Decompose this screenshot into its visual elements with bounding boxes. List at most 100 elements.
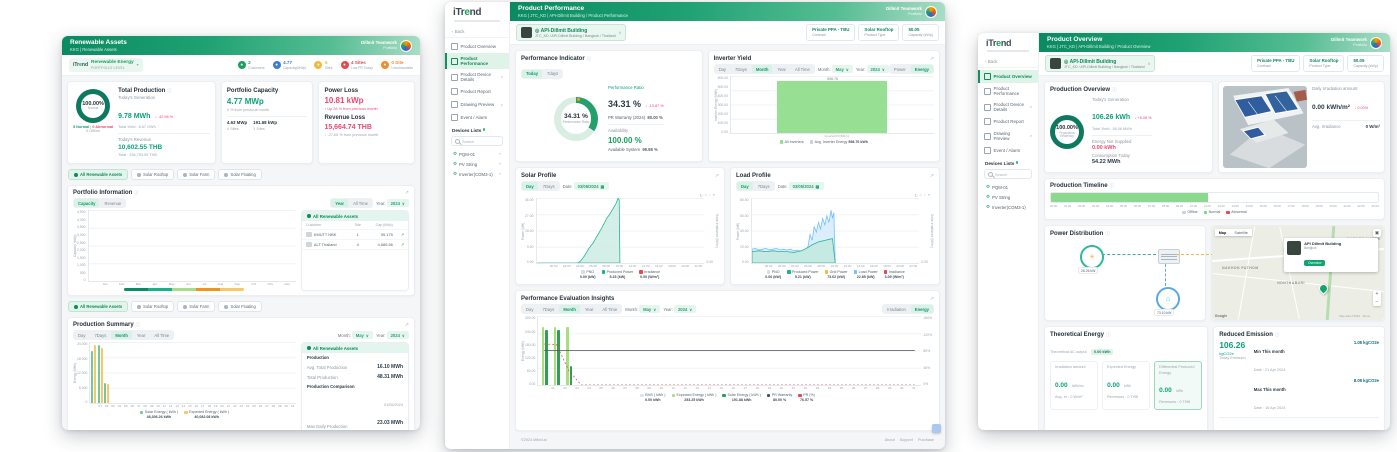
- expand-icon[interactable]: ↗: [930, 173, 934, 179]
- open-link-icon[interactable]: ↗: [393, 242, 404, 247]
- map-button[interactable]: Map: [1215, 229, 1231, 236]
- info-icon[interactable]: ⓘ: [167, 88, 172, 95]
- tab-7days[interactable]: 7Days: [754, 182, 774, 190]
- year-select[interactable]: 2024∨: [674, 305, 696, 313]
- filter-solar-rooftop[interactable]: Solar Rooftop: [131, 301, 174, 312]
- tab-7days[interactable]: 7Days: [538, 305, 558, 313]
- device-item[interactable]: ⚙PV String▾: [445, 159, 509, 169]
- sidebar-item-product-report[interactable]: Product Report: [445, 85, 509, 98]
- map-popup[interactable]: API Dillmit Building Bangkok Overview: [1284, 238, 1378, 271]
- back-link[interactable]: ‹ Back: [445, 26, 509, 38]
- sidebar-item-product-overview[interactable]: Product Overview: [978, 70, 1038, 83]
- sidebar-item-event-alarm[interactable]: Event / Alarm: [445, 111, 509, 124]
- toggle-power[interactable]: Power: [890, 65, 910, 73]
- sidebar-item-product-device-details[interactable]: Product Device Details∨: [978, 99, 1038, 115]
- legend-item[interactable]: Grid Power73.62 (kW): [825, 270, 848, 279]
- sidebar-item-product-performance[interactable]: Product Performance: [978, 83, 1038, 99]
- tab-7days[interactable]: 7Days: [90, 331, 110, 339]
- user-menu[interactable]: Dillmit TeamworkPortfolio: [361, 40, 412, 52]
- user-menu[interactable]: Dillmit TeamworkPortfolio: [1331, 37, 1382, 49]
- legend-item[interactable]: Irradiance0.00 (W/m²): [639, 270, 660, 279]
- toggle-irradiation[interactable]: Irradiation: [883, 305, 910, 313]
- info-icon[interactable]: ⓘ: [587, 56, 592, 62]
- itrend-logo[interactable]: iTrend: [445, 2, 509, 19]
- back-link[interactable]: ‹ Back: [978, 56, 1038, 68]
- fullscreen-icon[interactable]: ▣: [1373, 229, 1381, 237]
- info-icon[interactable]: ⓘ: [134, 190, 139, 196]
- date-picker[interactable]: 03/05/2024▦: [574, 182, 609, 190]
- filter-solar-farm[interactable]: Solar Farm: [177, 169, 215, 180]
- avatar[interactable]: [925, 6, 937, 18]
- device-search-input[interactable]: Search: [451, 136, 503, 146]
- user-menu[interactable]: Dillmit TeamworkPortfolio: [886, 6, 937, 18]
- footer-link-support[interactable]: Support: [900, 438, 913, 442]
- legend-item[interactable]: Produced Power5.21 (kW): [787, 270, 819, 279]
- filter-solar-floating[interactable]: Solar Floating: [218, 169, 261, 180]
- legend-item[interactable]: PNO0.00 (kW): [580, 270, 596, 279]
- info-icon[interactable]: ⓘ: [1110, 183, 1115, 189]
- expand-icon[interactable]: ↗: [715, 173, 719, 179]
- year-select[interactable]: 2024∨: [387, 199, 409, 207]
- toggle-energy[interactable]: Energy: [911, 65, 933, 73]
- avatar[interactable]: [1370, 37, 1382, 49]
- device-item[interactable]: ⚙Inverter(COM3-1)▾: [445, 169, 509, 179]
- sidebar-item-product-report[interactable]: Product Report: [978, 115, 1038, 128]
- year-select[interactable]: 2024∨: [867, 65, 889, 73]
- sidebar-item-drawing-preview[interactable]: Drawing Preview∨: [978, 128, 1038, 144]
- itrend-logo[interactable]: iTrend: [978, 33, 1038, 49]
- chat-widget-button[interactable]: [932, 424, 941, 433]
- tab-year[interactable]: Year: [331, 199, 348, 207]
- expand-icon[interactable]: ↗: [405, 190, 409, 196]
- tab-7days[interactable]: 7days: [543, 70, 562, 78]
- tab-alltime[interactable]: All Time: [349, 199, 372, 207]
- tab-7days[interactable]: 7Days: [539, 182, 559, 190]
- legend-item[interactable]: All Inverters: [780, 140, 804, 145]
- month-select[interactable]: May∨: [832, 65, 853, 73]
- legend-item[interactable]: PNO0.00 (kW): [765, 270, 781, 279]
- tab-today[interactable]: Today: [522, 70, 542, 78]
- tab-year[interactable]: Year: [133, 331, 149, 339]
- table-row[interactable]: KMUTT NBK 1 95.175 ↗: [302, 230, 408, 240]
- popup-overview-button[interactable]: Overview: [1304, 260, 1325, 266]
- tab-day[interactable]: Day: [737, 182, 753, 190]
- building-selector[interactable]: ◎ API-Dillmit Building JTC_KD / API-Dill…: [516, 24, 626, 41]
- building-selector[interactable]: ◎ API-Dillmit Building JTC_KD / API-Dill…: [1045, 55, 1155, 72]
- legend-item[interactable]: EMS ( kWh )0.00 kWh: [640, 393, 665, 402]
- tab-month[interactable]: Month: [752, 65, 773, 73]
- device-item[interactable]: ⚙PQM-01: [978, 182, 1038, 192]
- zoom-in-button[interactable]: +: [1373, 291, 1381, 299]
- info-icon[interactable]: ⓘ: [1106, 332, 1111, 338]
- tab-day[interactable]: Day: [522, 182, 538, 190]
- tab-alltime[interactable]: All Time: [598, 305, 621, 313]
- legend-item[interactable]: Avg. Inverter Energy 598.76 kWh: [810, 140, 868, 145]
- table-row[interactable]: ALT Thailand 4 4,685.56 ↗: [302, 240, 408, 250]
- legend-item[interactable]: Expected Energy ( kWh )253.25 kWh: [672, 393, 717, 402]
- footer-link-purchase[interactable]: Purchase: [918, 438, 934, 442]
- tab-year[interactable]: Year: [581, 305, 597, 313]
- load-node[interactable]: ⌂: [1156, 287, 1180, 311]
- avatar[interactable]: [400, 40, 412, 52]
- device-search-input[interactable]: Search: [984, 169, 1032, 179]
- month-select[interactable]: May∨: [352, 331, 373, 339]
- tab-revenue[interactable]: Revenue: [100, 199, 125, 207]
- filter-all-renewable-assets[interactable]: All Renewable Assets: [68, 301, 128, 312]
- tab-capacity[interactable]: Capacity: [74, 199, 99, 207]
- legend-item[interactable]: Irradiance3.09 (W/m²): [884, 270, 905, 279]
- tab-day[interactable]: Day: [715, 65, 730, 73]
- filter-all-renewable-assets[interactable]: All Renewable Assets: [68, 169, 128, 180]
- footer-link-about[interactable]: About: [885, 438, 895, 442]
- legend-item[interactable]: Solar Energy ( kWh )48,306.26 kWh: [140, 410, 178, 419]
- toggle-energy[interactable]: Energy: [911, 305, 933, 313]
- tab-month[interactable]: Month: [559, 305, 580, 313]
- tab-alltime[interactable]: All Time: [791, 65, 814, 73]
- sidebar-item-product-device-details[interactable]: Product Device Details∨: [445, 69, 509, 85]
- tab-alltime[interactable]: All Time: [150, 331, 173, 339]
- expand-icon[interactable]: ↗: [930, 296, 934, 302]
- month-select[interactable]: May∨: [639, 305, 660, 313]
- satellite-button[interactable]: Satellite: [1230, 229, 1252, 236]
- tab-month[interactable]: Month: [111, 331, 132, 339]
- sidebar-item-product-overview[interactable]: Product Overview: [445, 40, 509, 53]
- open-link-icon[interactable]: ↗: [393, 232, 404, 237]
- zoom-out-button[interactable]: −: [1373, 299, 1381, 307]
- map[interactable]: NAKHON PATHOM NAKHON NAYOK NONTHABURI Ma…: [1212, 226, 1384, 320]
